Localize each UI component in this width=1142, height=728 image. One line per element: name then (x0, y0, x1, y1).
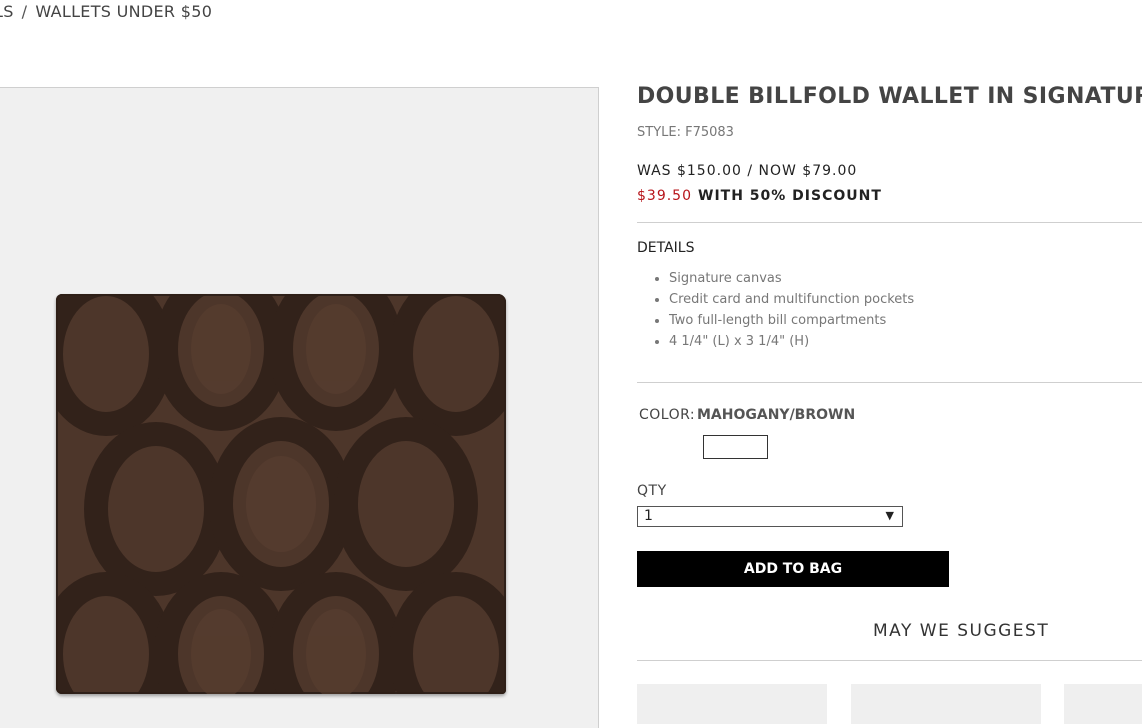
details-item: 4 1/4" (L) x 3 1/4" (H) (669, 331, 914, 352)
product-style: STYLE: F75083 (637, 125, 734, 140)
product-discount: $39.50 WITH 50% DISCOUNT (637, 188, 882, 204)
color-swatch[interactable] (703, 435, 768, 459)
color-value: MAHOGANY/BROWN (697, 407, 856, 423)
divider (637, 222, 1142, 223)
breadcrumb: LS / WALLETS UNDER $50 (0, 2, 212, 21)
discount-price: $39.50 (637, 188, 692, 204)
color-label: COLOR: (639, 407, 696, 423)
product-image-wallet[interactable] (56, 294, 506, 694)
dropdown-arrow-icon: ▼ (885, 509, 894, 522)
breadcrumb-current[interactable]: WALLETS UNDER $50 (35, 2, 212, 21)
qty-selected-value: 1 (644, 508, 653, 524)
details-item: Credit card and multifunction pockets (669, 289, 914, 310)
breadcrumb-separator: / (21, 2, 28, 21)
divider (637, 382, 1142, 383)
product-title: DOUBLE BILLFOLD WALLET IN SIGNATURE (637, 84, 1142, 109)
discount-text: WITH 50% DISCOUNT (698, 188, 882, 204)
details-item: Signature canvas (669, 268, 914, 289)
signature-pattern (56, 294, 506, 694)
product-price: WAS $150.00 / NOW $79.00 (637, 163, 858, 179)
qty-select[interactable]: 1 ▼ (637, 506, 903, 527)
breadcrumb-previous-link[interactable]: LS (0, 2, 14, 21)
suggest-title: MAY WE SUGGEST (873, 621, 1050, 641)
details-item: Two full-length bill compartments (669, 310, 914, 331)
details-list: Signature canvas Credit card and multifu… (649, 268, 914, 352)
qty-label: QTY (637, 483, 667, 499)
suggestion-thumbnail[interactable] (851, 684, 1041, 724)
add-to-bag-button[interactable]: ADD TO BAG (637, 551, 949, 587)
divider (637, 660, 1142, 661)
product-image-panel[interactable] (0, 87, 599, 728)
details-title: DETAILS (637, 240, 695, 256)
suggestion-thumbnail[interactable] (637, 684, 827, 724)
suggestion-thumbnail[interactable] (1064, 684, 1142, 724)
